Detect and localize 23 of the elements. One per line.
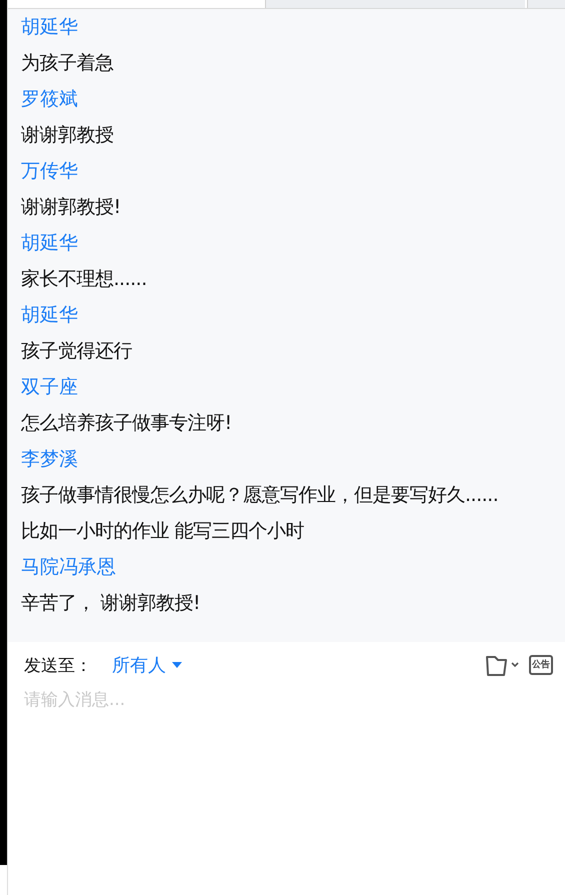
recipient-dropdown[interactable]: 所有人 <box>112 653 182 677</box>
message-text: 家长不理想...... <box>21 267 148 292</box>
sender-name: 罗筱斌 <box>21 87 79 112</box>
folder-icon <box>485 654 519 676</box>
sender-name: 李梦溪 <box>21 447 79 472</box>
message-text: 为孩子着急 <box>21 51 114 76</box>
sender-name: 万传华 <box>21 159 79 184</box>
send-to-label: 发送至： <box>24 654 92 676</box>
message-text: 孩子觉得还行 <box>21 339 133 364</box>
message-text: 谢谢郭教授! <box>21 195 122 220</box>
notice-button[interactable]: 公告 <box>529 655 553 675</box>
message-text: 辛苦了， 谢谢郭教授! <box>21 591 202 616</box>
sender-name: 马院冯承恩 <box>21 555 117 580</box>
sender-name: 胡延华 <box>21 231 79 256</box>
sender-name: 胡延华 <box>21 303 79 328</box>
sender-name: 双子座 <box>21 375 79 400</box>
folder-button[interactable] <box>485 654 519 676</box>
message-text: 比如一小时的作业 能写三四个小时 <box>21 519 306 544</box>
sender-name: 胡延华 <box>21 15 79 40</box>
caret-icon <box>172 662 182 668</box>
message-text: 怎么培养孩子做事专注呀! <box>21 411 233 436</box>
message-text: 孩子做事情很慢怎么办呢？愿意写作业，但是要写好久...... <box>21 483 500 508</box>
message-text: 谢谢郭教授 <box>21 123 114 148</box>
